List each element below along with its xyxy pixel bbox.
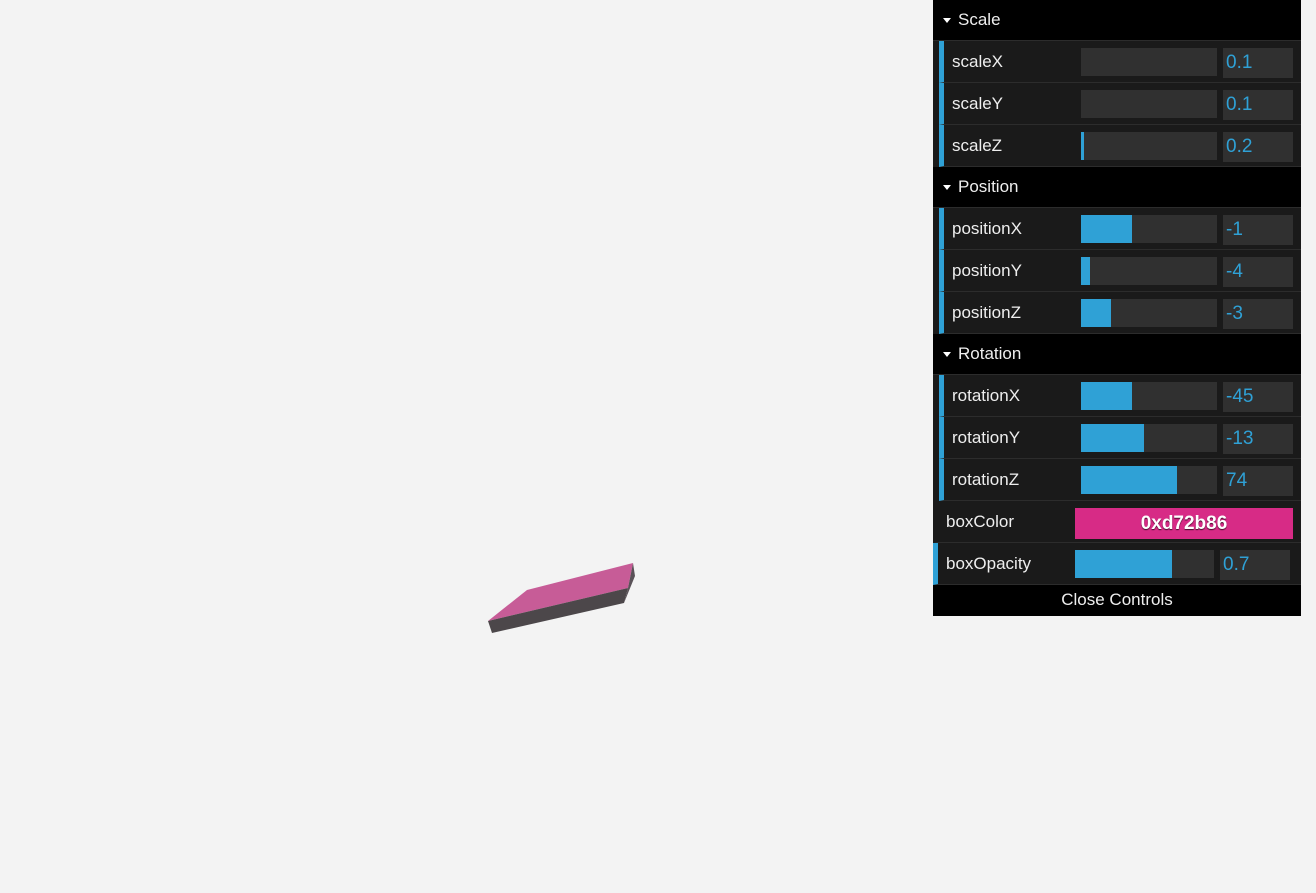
scalez-input[interactable] (1223, 132, 1293, 162)
folder-title-position[interactable]: Position (933, 167, 1301, 208)
positionx-slider-fill (1081, 215, 1132, 243)
controller-label: positionY (952, 260, 1022, 280)
scaley-input[interactable] (1223, 90, 1293, 120)
rotationy-input[interactable] (1223, 424, 1293, 454)
box-opacity-input[interactable] (1220, 550, 1290, 580)
scalez-slider-fill (1081, 132, 1084, 160)
box-color-swatch[interactable]: 0xd72b86 (1075, 508, 1293, 539)
positiony-input[interactable] (1223, 257, 1293, 287)
controller-label: scaleX (952, 51, 1004, 71)
caret-down-icon (943, 18, 951, 23)
positionz-slider[interactable] (1081, 299, 1217, 327)
box-opacity-slider-fill (1075, 550, 1173, 578)
scalez-slider[interactable] (1081, 132, 1217, 160)
positionz-slider-fill (1081, 299, 1111, 327)
positiony-slider-fill (1081, 257, 1090, 285)
controller-row-positiony: positionY (939, 250, 1301, 292)
close-controls-button[interactable]: Close Controls (933, 585, 1301, 616)
controller-row-scalex: scaleX (939, 41, 1301, 83)
controller-label: positionZ (952, 302, 1021, 322)
controls-panel: Scale scaleX scaleY scaleZ Position positionX… (933, 0, 1301, 616)
rotationx-slider-fill (1081, 382, 1132, 410)
box-color-label: boxColor (946, 511, 1015, 531)
box-opacity-slider[interactable] (1075, 550, 1214, 578)
controller-row-scaley: scaleY (939, 83, 1301, 125)
positiony-slider[interactable] (1081, 257, 1217, 285)
box-color-row: boxColor 0xd72b86 (933, 501, 1301, 543)
controller-label: rotationX (952, 385, 1021, 405)
controller-row-rotationy: rotationY (939, 417, 1301, 459)
positionx-slider[interactable] (1081, 215, 1217, 243)
folder-title-text: Position (958, 177, 1019, 196)
controller-row-positionx: positionX (939, 208, 1301, 250)
rotationx-slider[interactable] (1081, 382, 1217, 410)
controller-row-rotationz: rotationZ (939, 459, 1301, 501)
controller-row-positionz: positionZ (939, 292, 1301, 334)
folder-title-text: Rotation (958, 344, 1022, 363)
controller-label: rotationZ (952, 469, 1020, 489)
rotationz-slider-fill (1081, 466, 1177, 494)
box-opacity-row: boxOpacity (933, 543, 1301, 585)
controller-label: positionX (952, 218, 1022, 238)
rotationz-input[interactable] (1223, 466, 1293, 496)
positionz-input[interactable] (1223, 299, 1293, 329)
controller-label: scaleZ (952, 135, 1003, 155)
rotationx-input[interactable] (1223, 382, 1293, 412)
scalex-input[interactable] (1223, 48, 1293, 78)
folder-title-text: Scale (958, 10, 1001, 29)
caret-down-icon (943, 185, 951, 190)
rotationz-slider[interactable] (1081, 466, 1217, 494)
scaley-slider[interactable] (1081, 90, 1217, 118)
rotationy-slider[interactable] (1081, 424, 1217, 452)
folders-container: Scale scaleX scaleY scaleZ Position positionX… (933, 0, 1301, 501)
scalex-slider[interactable] (1081, 48, 1217, 76)
controller-row-scalez: scaleZ (939, 125, 1301, 167)
caret-down-icon (943, 352, 951, 357)
folder-title-rotation[interactable]: Rotation (933, 334, 1301, 375)
positionx-input[interactable] (1223, 215, 1293, 245)
controller-row-rotationx: rotationX (939, 375, 1301, 417)
folder-title-scale[interactable]: Scale (933, 0, 1301, 41)
box-opacity-label: boxOpacity (946, 553, 1032, 573)
controller-label: rotationY (952, 427, 1021, 447)
controller-label: scaleY (952, 93, 1004, 113)
rotationy-slider-fill (1081, 424, 1145, 452)
